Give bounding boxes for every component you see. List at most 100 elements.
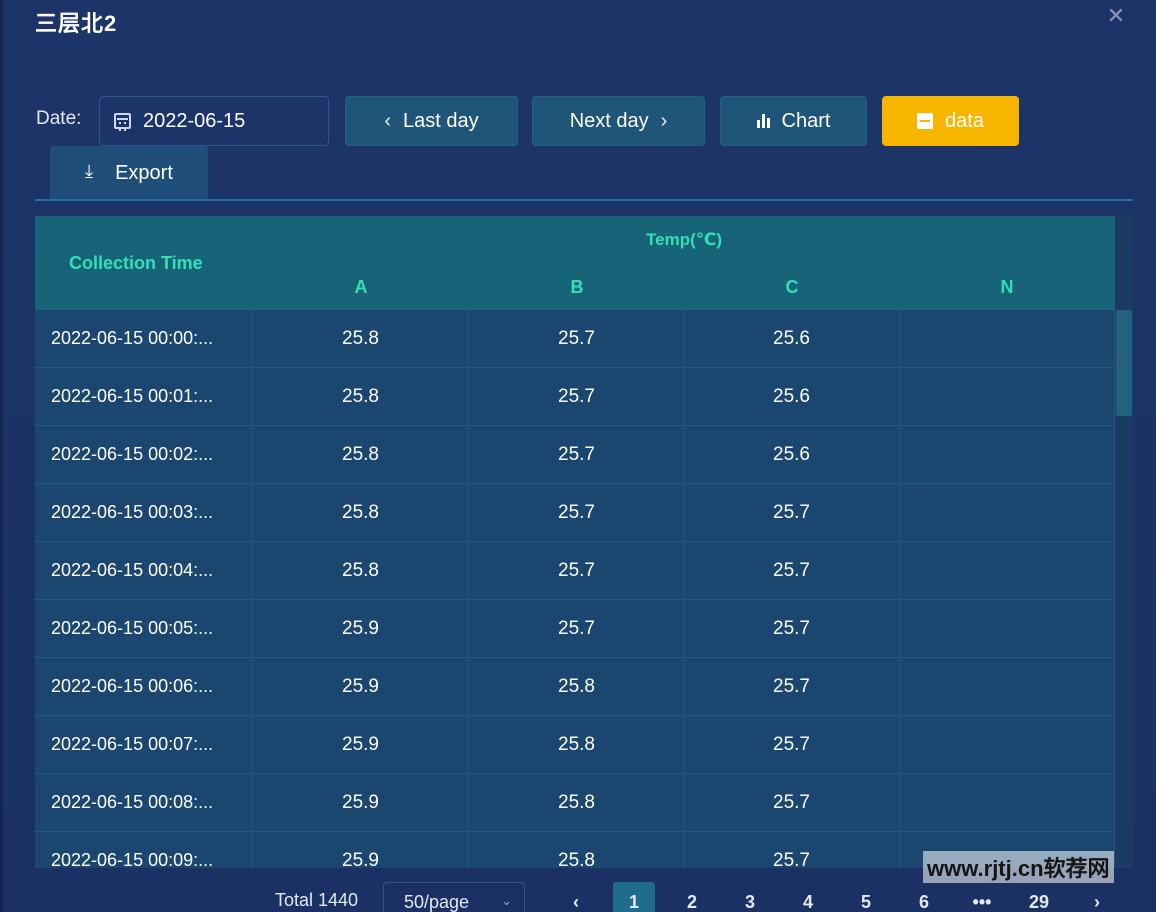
cell-n xyxy=(899,426,1115,483)
cell-c: 25.6 xyxy=(684,368,900,425)
cell-n xyxy=(899,310,1115,367)
chart-button[interactable]: Chart xyxy=(720,96,867,146)
last-day-button[interactable]: ‹ Last day xyxy=(345,96,518,146)
table-row[interactable]: 2022-06-15 00:00:... 25.8 25.7 25.6 xyxy=(35,310,1115,368)
cell-a: 25.8 xyxy=(253,484,469,541)
page-button-2[interactable]: 2 xyxy=(671,882,713,912)
cell-n xyxy=(899,542,1115,599)
page-size-value: 50/page xyxy=(404,891,470,912)
total-count: Total 1440 xyxy=(275,890,359,910)
data-label: data xyxy=(945,109,984,132)
cell-b: 25.7 xyxy=(469,542,685,599)
calendar-icon xyxy=(114,113,131,131)
cell-time: 2022-06-15 00:07:... xyxy=(35,716,253,773)
cell-b: 25.8 xyxy=(469,832,685,868)
header-col-c: C xyxy=(785,276,799,297)
data-dialog: 三层北2 ✕ Date: 2022-06-15 ‹ Last day Next … xyxy=(0,0,1156,912)
cell-n xyxy=(899,658,1115,715)
cell-time: 2022-06-15 00:08:... xyxy=(35,774,253,831)
scrollbar-thumb[interactable] xyxy=(1116,310,1132,416)
export-label: Export xyxy=(115,161,173,184)
cell-b: 25.7 xyxy=(469,310,685,367)
cell-n xyxy=(899,484,1115,541)
cell-c: 25.7 xyxy=(684,600,900,657)
cell-a: 25.9 xyxy=(253,774,469,831)
cell-n xyxy=(899,774,1115,831)
header-collection-time: Collection Time xyxy=(69,252,203,273)
data-table-icon xyxy=(917,113,934,129)
cell-c: 25.6 xyxy=(684,310,900,367)
prev-page-icon[interactable]: ‹ xyxy=(555,882,597,912)
table-row[interactable]: 2022-06-15 00:04:... 25.8 25.7 25.7 xyxy=(35,542,1115,600)
cell-a: 25.9 xyxy=(253,600,469,657)
cell-c: 25.7 xyxy=(684,484,900,541)
page-size-select[interactable]: 50/page ⌄ xyxy=(383,882,525,912)
cell-b: 25.7 xyxy=(469,600,685,657)
cell-c: 25.7 xyxy=(684,832,900,868)
cell-time: 2022-06-15 00:02:... xyxy=(35,426,253,483)
page-button-4[interactable]: 4 xyxy=(787,882,829,912)
cell-time: 2022-06-15 00:03:... xyxy=(35,484,253,541)
close-icon[interactable]: ✕ xyxy=(1104,4,1128,28)
page-button-6[interactable]: 6 xyxy=(903,882,945,912)
cell-time: 2022-06-15 00:00:... xyxy=(35,310,253,367)
next-page-icon[interactable]: › xyxy=(1076,882,1118,912)
date-value: 2022-06-15 xyxy=(143,109,246,132)
table-row[interactable]: 2022-06-15 00:03:... 25.8 25.7 25.7 xyxy=(35,484,1115,542)
cell-b: 25.7 xyxy=(469,426,685,483)
export-button[interactable]: Export xyxy=(50,146,208,200)
chevron-right-icon: › xyxy=(660,109,668,132)
next-day-button[interactable]: Next day › xyxy=(532,96,705,146)
table-row[interactable]: 2022-06-15 00:05:... 25.9 25.7 25.7 xyxy=(35,600,1115,658)
toolbar-divider xyxy=(35,199,1133,201)
page-button-29[interactable]: 29 xyxy=(1018,882,1060,912)
dialog-title: 三层北2 xyxy=(35,11,118,36)
header-col-a: A xyxy=(354,276,368,297)
table-row[interactable]: 2022-06-15 00:01:... 25.8 25.7 25.6 xyxy=(35,368,1115,426)
cell-time: 2022-06-15 00:09:... xyxy=(35,832,253,868)
download-icon xyxy=(85,161,101,182)
page-button-3[interactable]: 3 xyxy=(729,882,771,912)
date-picker-input[interactable]: 2022-06-15 xyxy=(99,96,329,146)
date-label: Date: xyxy=(36,108,82,129)
cell-time: 2022-06-15 00:06:... xyxy=(35,658,253,715)
cell-time: 2022-06-15 00:05:... xyxy=(35,600,253,657)
cell-a: 25.8 xyxy=(253,426,469,483)
next-day-label: Next day xyxy=(569,109,649,132)
cell-b: 25.8 xyxy=(469,774,685,831)
cell-b: 25.8 xyxy=(469,658,685,715)
cell-c: 25.7 xyxy=(684,716,900,773)
cell-b: 25.7 xyxy=(469,484,685,541)
last-day-label: Last day xyxy=(403,109,479,132)
cell-c: 25.7 xyxy=(684,658,900,715)
table-row[interactable]: 2022-06-15 00:07:... 25.9 25.8 25.7 xyxy=(35,716,1115,774)
page-button-1[interactable]: 1 xyxy=(613,882,655,912)
cell-a: 25.8 xyxy=(253,310,469,367)
data-button[interactable]: data xyxy=(882,96,1019,146)
cell-a: 25.9 xyxy=(253,658,469,715)
cell-a: 25.9 xyxy=(253,716,469,773)
page-ellipsis[interactable]: ••• xyxy=(961,882,1003,912)
header-col-b: B xyxy=(570,276,584,297)
cell-c: 25.7 xyxy=(684,542,900,599)
table-row[interactable]: 2022-06-15 00:06:... 25.9 25.8 25.7 xyxy=(35,658,1115,716)
cell-n xyxy=(899,368,1115,425)
cell-a: 25.8 xyxy=(253,542,469,599)
chart-label: Chart xyxy=(781,109,831,132)
data-table: Collection Time Temp(℃) A B C N 2022-06-… xyxy=(35,216,1133,868)
table-row[interactable]: 2022-06-15 00:02:... 25.8 25.7 25.6 xyxy=(35,426,1115,484)
table-header: Collection Time Temp(℃) A B C N xyxy=(35,216,1115,310)
header-col-n: N xyxy=(1000,276,1014,297)
table-row[interactable]: 2022-06-15 00:08:... 25.9 25.8 25.7 xyxy=(35,774,1115,832)
cell-n xyxy=(899,600,1115,657)
cell-time: 2022-06-15 00:04:... xyxy=(35,542,253,599)
page-button-5[interactable]: 5 xyxy=(845,882,887,912)
watermark: www.rjtj.cn软荐网 xyxy=(923,851,1114,883)
cell-a: 25.8 xyxy=(253,368,469,425)
chevron-left-icon: ‹ xyxy=(384,109,392,132)
cell-c: 25.7 xyxy=(684,774,900,831)
bar-chart-icon xyxy=(756,114,770,128)
header-temp-group: Temp(℃) xyxy=(646,230,722,249)
cell-n xyxy=(899,716,1115,773)
cell-time: 2022-06-15 00:01:... xyxy=(35,368,253,425)
